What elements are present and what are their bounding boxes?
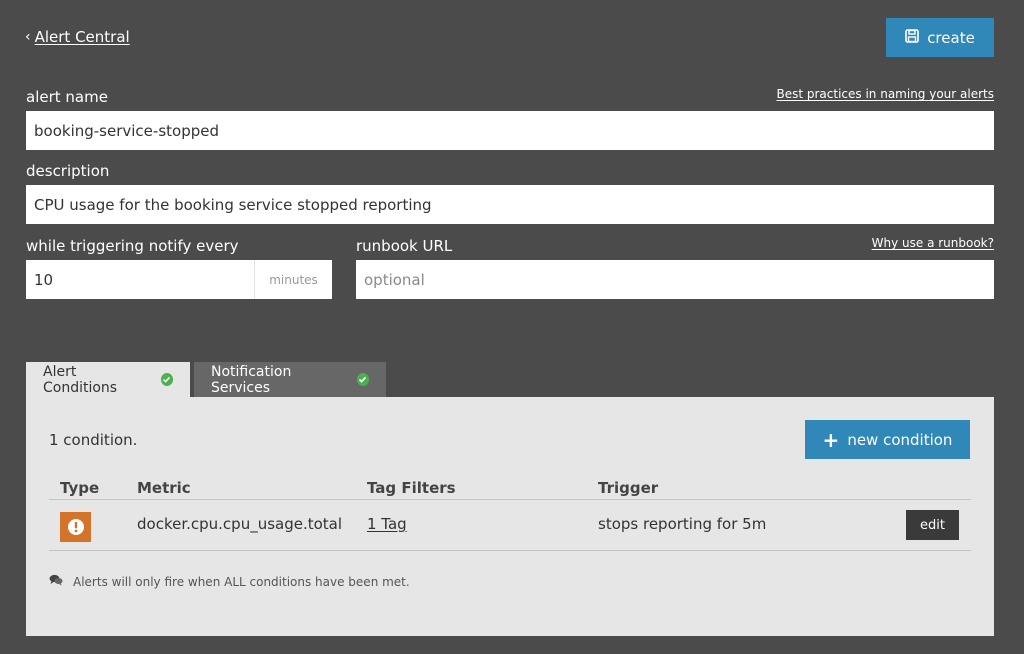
notify-interval-value: 10 <box>34 270 54 289</box>
new-condition-button[interactable]: + new condition <box>805 420 970 459</box>
create-button[interactable]: create <box>886 18 994 57</box>
naming-best-practices-link[interactable]: Best practices in naming your alerts <box>776 87 994 101</box>
tag-filters-link[interactable]: 1 Tag <box>367 515 407 533</box>
column-header-type: Type <box>60 479 100 497</box>
tab-notification-services-label: Notification Services <box>211 363 292 396</box>
condition-count: 1 condition. <box>49 431 138 449</box>
runbook-url-label: runbook URL <box>356 237 453 255</box>
tab-notification-services[interactable]: Notification Services <box>194 362 386 397</box>
check-circle-icon <box>160 373 173 386</box>
back-link-alert-central[interactable]: ‹ Alert Central <box>25 28 130 46</box>
alert-name-label: alert name <box>26 88 108 106</box>
notify-interval-label: while triggering notify every <box>26 237 239 255</box>
alert-name-value: booking-service-stopped <box>34 121 219 140</box>
column-header-metric: Metric <box>137 479 191 497</box>
table-row: docker.cpu.cpu_usage.total 1 Tag stops r… <box>49 500 971 551</box>
footnote-text: Alerts will only fire when ALL condition… <box>73 574 410 589</box>
alert-name-input[interactable]: booking-service-stopped <box>26 111 994 150</box>
column-header-trigger: Trigger <box>598 479 659 497</box>
condition-trigger: stops reporting for 5m <box>598 515 767 533</box>
create-button-label: create <box>927 28 975 47</box>
conditions-table-header: Type Metric Tag Filters Trigger <box>49 479 971 500</box>
why-runbook-link[interactable]: Why use a runbook? <box>872 236 994 250</box>
edit-condition-button[interactable]: edit <box>906 510 959 540</box>
check-circle-icon <box>356 373 369 386</box>
chevron-left-icon: ‹ <box>25 29 31 45</box>
comments-icon <box>49 574 63 589</box>
plus-icon: + <box>822 427 840 452</box>
warning-icon <box>60 512 91 542</box>
tab-alert-conditions[interactable]: Alert Conditions <box>26 362 190 397</box>
condition-metric: docker.cpu.cpu_usage.total <box>137 515 343 533</box>
new-condition-label: new condition <box>847 430 953 449</box>
notify-interval-input[interactable]: 10 <box>26 260 254 299</box>
description-label: description <box>26 162 110 180</box>
conditions-footnote: Alerts will only fire when ALL condition… <box>49 574 410 589</box>
tab-alert-conditions-label: Alert Conditions <box>43 363 118 396</box>
runbook-url-placeholder: optional <box>364 270 425 289</box>
description-input[interactable]: CPU usage for the booking service stoppe… <box>26 185 994 224</box>
description-value: CPU usage for the booking service stoppe… <box>34 195 432 214</box>
save-icon <box>905 28 919 47</box>
back-link-label: Alert Central <box>34 28 130 46</box>
alert-conditions-panel: 1 condition. + new condition Type Metric… <box>26 397 994 636</box>
notify-interval-unit: minutes <box>254 260 332 299</box>
column-header-tag-filters: Tag Filters <box>367 479 456 497</box>
runbook-url-input[interactable]: optional <box>356 260 994 299</box>
